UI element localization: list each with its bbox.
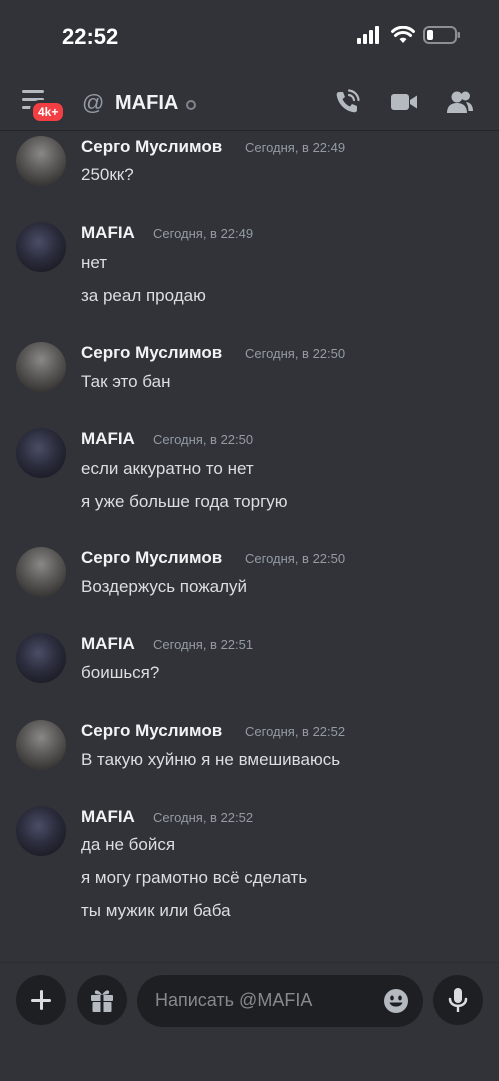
microphone-icon	[448, 988, 468, 1012]
status-icons	[357, 26, 461, 44]
emoji-icon[interactable]	[383, 988, 409, 1014]
message-input[interactable]: Написать @MAFIA	[137, 975, 423, 1027]
unread-badge: 4k+	[30, 100, 67, 124]
gift-button[interactable]	[77, 975, 127, 1025]
message-text: Так это бан	[81, 372, 171, 391]
message-text: ты мужик или баба	[81, 901, 231, 920]
avatar[interactable]	[16, 806, 66, 856]
phone-call-icon[interactable]	[334, 89, 362, 115]
avatar[interactable]	[16, 342, 66, 392]
avatar[interactable]	[16, 428, 66, 478]
add-attachment-button[interactable]	[16, 975, 66, 1025]
message-text: боишься?	[81, 663, 160, 682]
message-text: я могу грамотно всё сделать	[81, 868, 308, 887]
message-text: Воздержусь пожалуй	[81, 577, 248, 596]
message-timestamp: Сегодня, в 22:50	[245, 551, 346, 566]
message-author[interactable]: Серго Муслимов	[81, 137, 222, 157]
avatar[interactable]	[16, 547, 66, 597]
avatar[interactable]	[16, 222, 66, 272]
message-list[interactable]: Серго Муслимов Сегодня, в 22:49 250кк? M…	[0, 131, 499, 961]
message-author[interactable]: Серго Муслимов	[81, 721, 222, 741]
message-author[interactable]: MAFIA	[81, 807, 135, 827]
message-text: 250кк?	[81, 165, 134, 184]
wifi-icon	[391, 26, 415, 43]
message-author[interactable]: MAFIA	[81, 634, 135, 654]
message-text: нет	[81, 253, 108, 272]
signal-icon	[357, 26, 379, 44]
message-timestamp: Сегодня, в 22:51	[153, 637, 254, 652]
voice-message-button[interactable]	[433, 975, 483, 1025]
message-input-placeholder: Написать @MAFIA	[155, 990, 313, 1010]
message-timestamp: Сегодня, в 22:49	[153, 226, 254, 241]
message-author[interactable]: MAFIA	[81, 429, 135, 449]
message-timestamp: Сегодня, в 22:50	[153, 432, 254, 447]
gift-icon	[91, 990, 113, 1012]
message-author[interactable]: Серго Муслимов	[81, 343, 222, 363]
message-timestamp: Сегодня, в 22:49	[245, 140, 346, 155]
avatar[interactable]	[16, 136, 66, 186]
offline-status-icon	[186, 100, 196, 110]
avatar[interactable]	[16, 633, 66, 683]
at-symbol: @	[82, 90, 105, 115]
members-icon[interactable]	[446, 89, 474, 115]
message-text: я уже больше года торгую	[81, 492, 288, 511]
status-bar: 22:52	[0, 0, 499, 72]
message-text: если аккуратно то нет	[81, 459, 254, 478]
message-text: В такую хуйню я не вмешиваюсь	[81, 750, 341, 769]
message-composer: Написать @MAFIA	[0, 962, 499, 1081]
message-timestamp: Сегодня, в 22:52	[153, 810, 254, 825]
message-author[interactable]: Серго Муслимов	[81, 548, 222, 568]
message-text: за реал продаю	[81, 286, 206, 305]
message-timestamp: Сегодня, в 22:50	[245, 346, 346, 361]
message-author[interactable]: MAFIA	[81, 223, 135, 243]
message-timestamp: Сегодня, в 22:52	[245, 724, 346, 739]
message-text: да не бойся	[81, 835, 176, 854]
plus-icon	[31, 990, 51, 1010]
dm-title[interactable]: MAFIA	[115, 92, 178, 115]
avatar[interactable]	[16, 720, 66, 770]
battery-icon	[423, 26, 460, 44]
chat-header: 4k+ @ MAFIA	[0, 74, 499, 131]
video-camera-icon[interactable]	[390, 89, 418, 115]
status-time: 22:52	[62, 24, 119, 49]
